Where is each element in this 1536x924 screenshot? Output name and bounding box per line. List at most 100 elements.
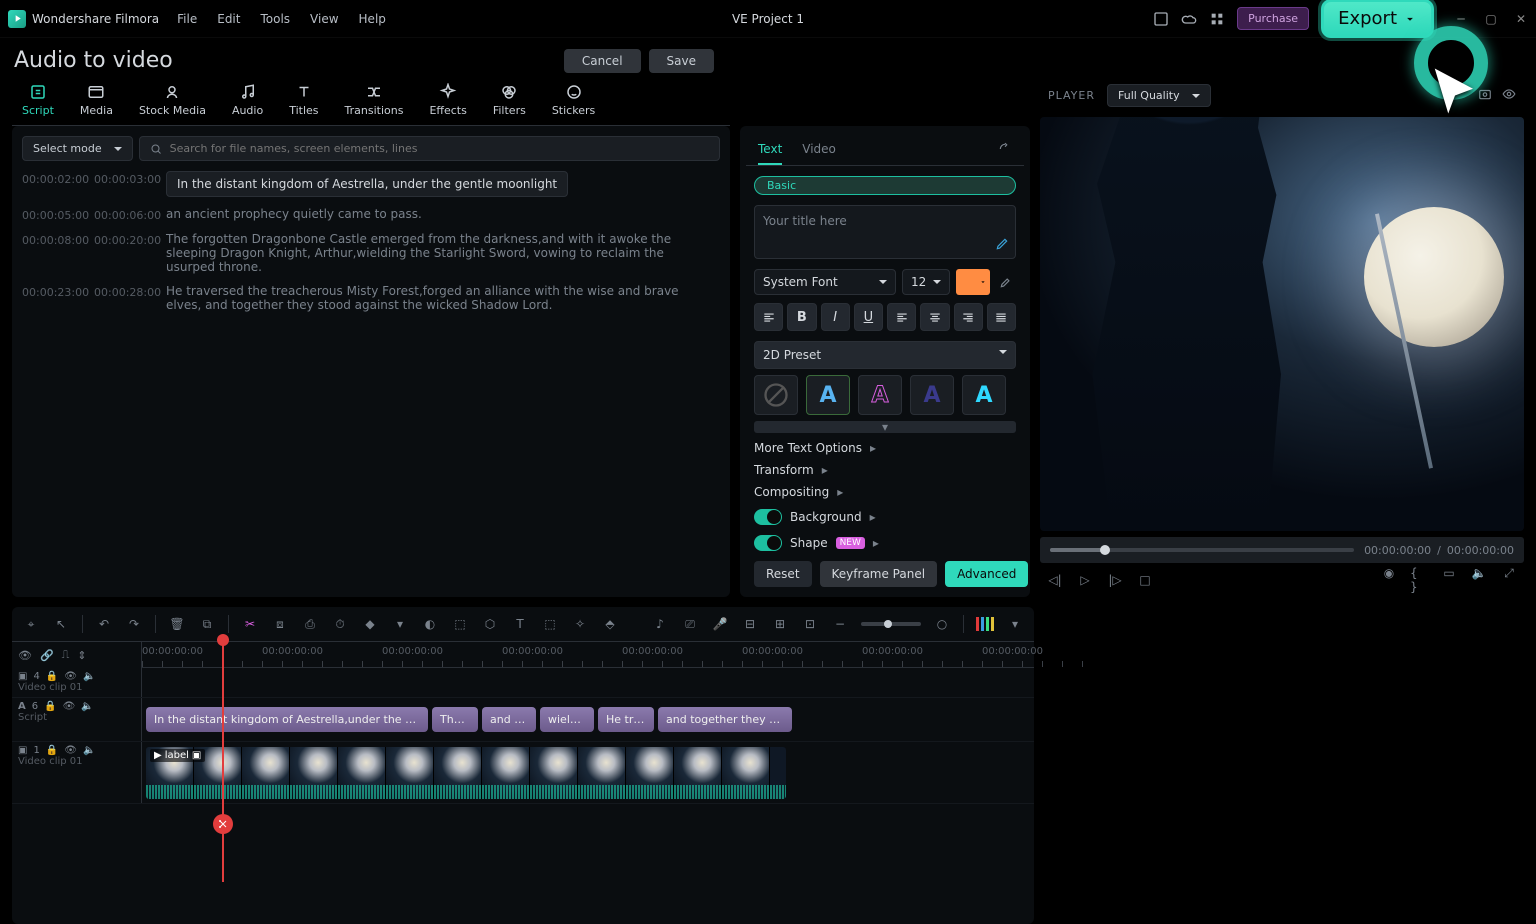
lock-icon[interactable]: ⎍: [62, 648, 70, 662]
tab-script[interactable]: Script: [12, 81, 64, 119]
tab-media[interactable]: Media: [70, 81, 123, 119]
italic-button[interactable]: I: [821, 303, 850, 331]
bold-button[interactable]: B: [787, 303, 816, 331]
keyframe-panel-button[interactable]: Keyframe Panel: [820, 561, 938, 587]
delete-icon[interactable]: 🗑: [168, 617, 186, 631]
script-clip[interactable]: In the distant kingdom of Aestrella,unde…: [146, 707, 428, 732]
tab-video[interactable]: Video: [802, 136, 836, 165]
crop-icon[interactable]: ⧉: [198, 617, 216, 632]
transform-section[interactable]: Transform▸: [754, 463, 1016, 477]
undo-icon[interactable]: ↶: [95, 617, 113, 631]
group-icon[interactable]: ⧈: [271, 617, 289, 632]
marker-icon[interactable]: ▾: [391, 617, 409, 631]
script-clip[interactable]: and with i…: [482, 707, 536, 732]
menu-file[interactable]: File: [177, 12, 197, 26]
underline-button[interactable]: U: [854, 303, 883, 331]
edit-pen-icon[interactable]: [995, 237, 1009, 254]
script-clip[interactable]: and together they stood agai…: [658, 707, 792, 732]
fullscreen-icon[interactable]: ⤢: [1500, 566, 1518, 594]
quality-select[interactable]: Full Quality: [1107, 84, 1211, 107]
hide-track-icon[interactable]: 🔈: [81, 701, 93, 712]
script-clip[interactable]: wielding t…: [540, 707, 594, 732]
align-justify-button[interactable]: [987, 303, 1016, 331]
expand-icon[interactable]: ⇕: [77, 649, 86, 662]
cancel-button[interactable]: Cancel: [564, 49, 641, 73]
indent-left-button[interactable]: [754, 303, 783, 331]
preset-1[interactable]: A: [806, 375, 850, 415]
preset-2[interactable]: A: [858, 375, 902, 415]
menu-help[interactable]: Help: [359, 12, 386, 26]
close-icon[interactable]: ✕: [1514, 12, 1528, 26]
align-left-button[interactable]: [887, 303, 916, 331]
shape-toggle[interactable]: [754, 535, 782, 551]
preview-viewport[interactable]: [1040, 117, 1524, 531]
tool-f[interactable]: ⬘: [601, 617, 619, 631]
text-tool-icon[interactable]: T: [511, 617, 529, 631]
lock-track-icon[interactable]: 🔒: [46, 671, 58, 682]
volume-icon[interactable]: 🔈: [1470, 566, 1488, 594]
tab-stock-media[interactable]: Stock Media: [129, 81, 216, 119]
mic-icon[interactable]: 🎤: [711, 617, 729, 631]
menu-view[interactable]: View: [310, 12, 338, 26]
script-clip[interactable]: He travers…: [598, 707, 654, 732]
text-color-swatch[interactable]: [956, 269, 990, 295]
mute-track-icon[interactable]: 👁: [64, 745, 77, 756]
prev-frame-icon[interactable]: ◁|: [1046, 573, 1064, 587]
track-header[interactable]: A6 🔒👁🔈 Script: [12, 698, 142, 741]
font-size-input[interactable]: 12: [902, 269, 950, 295]
more-text-options[interactable]: More Text Options▸: [754, 441, 1016, 455]
stop-icon[interactable]: □: [1136, 573, 1154, 587]
compositing-section[interactable]: Compositing▸: [754, 485, 1016, 499]
track-content[interactable]: ▶ label ▣: [142, 742, 1034, 803]
align-right-button[interactable]: [954, 303, 983, 331]
tab-audio[interactable]: Audio: [222, 81, 273, 119]
export-button[interactable]: Export: [1321, 0, 1434, 38]
mute-track-icon[interactable]: 👁: [63, 701, 76, 712]
advanced-button[interactable]: Advanced: [945, 561, 1028, 587]
screenshot-icon[interactable]: [1153, 11, 1169, 27]
script-row[interactable]: 00:00:05:00 00:00:06:00 an ancient proph…: [22, 207, 720, 222]
2d-preset-select[interactable]: 2D Preset: [754, 341, 1016, 369]
loop-icon[interactable]: { }: [1410, 566, 1428, 594]
track-content[interactable]: In the distant kingdom of Aestrella,unde…: [142, 698, 1034, 741]
tool-i[interactable]: ⊡: [801, 617, 819, 631]
basic-badge[interactable]: Basic: [754, 176, 1016, 195]
minimize-icon[interactable]: ─: [1454, 12, 1468, 26]
script-row[interactable]: 00:00:08:00 00:00:20:00 The forgotten Dr…: [22, 232, 720, 274]
mixer-icon[interactable]: ⎚: [681, 617, 699, 632]
background-toggle[interactable]: [754, 509, 782, 525]
tab-stickers[interactable]: Stickers: [542, 81, 605, 119]
tool-c[interactable]: ⬡: [481, 617, 499, 631]
audio-tool-icon[interactable]: ♪: [651, 617, 669, 631]
pointer-icon[interactable]: ↖: [52, 617, 70, 631]
preset-expand[interactable]: ▾: [754, 421, 1016, 433]
panel-reset-icon[interactable]: [998, 136, 1012, 165]
select-mode-dropdown[interactable]: Select mode: [22, 136, 133, 161]
maximize-icon[interactable]: ▢: [1484, 12, 1498, 26]
tab-effects[interactable]: Effects: [419, 81, 476, 119]
preset-4[interactable]: A: [962, 375, 1006, 415]
tool-g[interactable]: ⊟: [741, 617, 759, 631]
cloud-icon[interactable]: [1181, 11, 1197, 27]
hide-track-icon[interactable]: 🔈: [83, 671, 95, 682]
timeline-ruler[interactable]: 00:00:00:0000:00:00:0000:00:00:0000:00:0…: [142, 642, 1034, 668]
cut-icon[interactable]: ✂: [241, 617, 259, 631]
record-icon[interactable]: ◉: [1380, 566, 1398, 594]
link-icon[interactable]: 🔗: [40, 649, 54, 662]
script-row[interactable]: 00:00:23:00 00:00:28:00 He traversed the…: [22, 284, 720, 312]
hide-track-icon[interactable]: 🔈: [83, 745, 95, 756]
tool-a[interactable]: ◐: [421, 617, 439, 631]
speed-icon[interactable]: ⏱: [331, 617, 349, 632]
track-content[interactable]: [142, 668, 1034, 697]
search-input[interactable]: [170, 142, 709, 155]
title-text-input[interactable]: Your title here: [754, 205, 1016, 259]
split-icon[interactable]: ⎙: [301, 617, 319, 632]
mute-track-icon[interactable]: 👁: [64, 671, 77, 682]
lock-track-icon[interactable]: 🔒: [44, 701, 56, 712]
tool-h[interactable]: ⊞: [771, 617, 789, 631]
hide-icon[interactable]: [1502, 87, 1516, 104]
tool-b[interactable]: ⬚: [451, 617, 469, 631]
playback-scrubber[interactable]: 00:00:00:00 / 00:00:00:00: [1040, 537, 1524, 563]
zoom-in-icon[interactable]: ○: [933, 617, 951, 631]
save-button[interactable]: Save: [649, 49, 714, 73]
